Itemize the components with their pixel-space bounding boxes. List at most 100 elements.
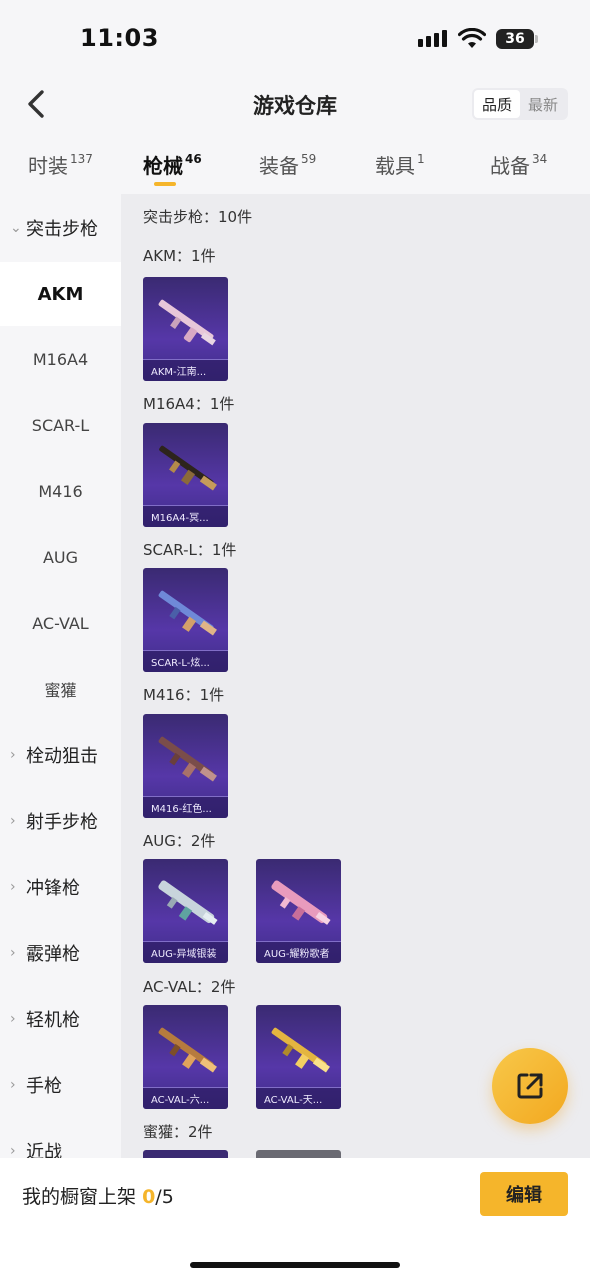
sidebar-group-label: 射手步枪 [26, 812, 98, 833]
rifle-icon [159, 445, 217, 491]
tab-equipment[interactable]: 装备 59 [259, 150, 316, 179]
sidebar-item-m416[interactable]: M416 [0, 459, 121, 523]
tab-label: 时装 [28, 154, 68, 178]
weapon-card-ac-val-2[interactable]: AC-VAL-天... [256, 1005, 341, 1109]
chevron-right-icon: › [10, 1143, 16, 1158]
sidebar-group-pistol[interactable]: › 手枪 [0, 1053, 121, 1117]
sidebar-group-marksman[interactable]: › 射手步枪 [0, 789, 121, 853]
weapon-sidebar: ⌄ 突击步枪 AKM M16A4 SCAR-L M416 AUG AC-VAL 蜜… [0, 194, 121, 1158]
weapon-card-m16a4[interactable]: M16A4-冥... [143, 423, 228, 527]
sidebar-group-smg[interactable]: › 冲锋枪 [0, 855, 121, 919]
status-time: 11:03 [80, 24, 159, 52]
tab-label: 战备 [490, 154, 530, 178]
rifle-icon [158, 880, 218, 925]
tab-label: 载具 [375, 154, 415, 178]
weapon-list: 突击步枪：10件 AKM：1件 AKM-江南... M16A4：1件 M16A4… [121, 194, 590, 1158]
tab-vehicles[interactable]: 载具 1 [375, 150, 425, 179]
sidebar-item-scar-l[interactable]: SCAR-L [0, 393, 121, 457]
sidebar-item-ac-val[interactable]: AC-VAL [0, 591, 121, 655]
shelf-total: /5 [155, 1186, 174, 1208]
section-title-scar-l: SCAR-L：1件 [143, 541, 237, 559]
sidebar-item-aug[interactable]: AUG [0, 525, 121, 589]
tab-fashion[interactable]: 时装 137 [28, 150, 93, 179]
status-bar: 11:03 36 [0, 0, 590, 78]
category-title: 突击步枪：10件 [143, 208, 253, 226]
weapon-card-caption: M16A4-冥... [143, 505, 228, 527]
chevron-right-icon: › [10, 747, 16, 763]
edit-button[interactable]: 编辑 [480, 1172, 568, 1216]
tab-count: 137 [70, 152, 93, 166]
section-title-honey-badger: 蜜獾：2件 [143, 1123, 213, 1141]
tab-count: 34 [532, 152, 548, 166]
section-title-m16a4: M16A4：1件 [143, 395, 235, 413]
chevron-right-icon: › [10, 1011, 16, 1027]
sidebar-item-akm[interactable]: AKM [0, 262, 121, 326]
tab-label: 装备 [259, 154, 299, 178]
sidebar-group-assault-rifles[interactable]: ⌄ 突击步枪 [0, 196, 121, 260]
chevron-down-icon: ⌄ [10, 220, 22, 236]
rifle-icon [158, 590, 217, 636]
weapon-card-caption: AKM-江南... [143, 359, 228, 381]
cellular-signal-icon [418, 30, 447, 47]
sidebar-group-label: 突击步枪 [26, 219, 98, 240]
weapon-card-caption: AC-VAL-天... [256, 1087, 341, 1109]
weapon-card-aug-2[interactable]: AUG-耀粉歌者 [256, 859, 341, 963]
battery-icon: 36 [496, 29, 534, 49]
weapon-card-caption: AUG-耀粉歌者 [256, 941, 341, 963]
rifle-icon [271, 1027, 330, 1073]
chevron-right-icon: › [10, 1077, 16, 1093]
shelf-count: 0 [142, 1186, 156, 1208]
sort-quality-button[interactable]: 品质 [474, 90, 520, 118]
battery-level: 36 [505, 31, 525, 47]
section-title-akm: AKM：1件 [143, 247, 216, 265]
sidebar-group-label: 栓动狙击 [26, 746, 98, 767]
sort-latest-button[interactable]: 最新 [520, 90, 566, 118]
share-fab-button[interactable] [492, 1048, 568, 1124]
weapon-card-m416[interactable]: M416-红色... [143, 714, 228, 818]
chevron-right-icon: › [10, 879, 16, 895]
weapon-card-honey-badger-1[interactable] [143, 1150, 228, 1158]
sidebar-group-lmg[interactable]: › 轻机枪 [0, 987, 121, 1051]
chevron-right-icon: › [10, 945, 16, 961]
weapon-card-caption: AUG-异域银装 [143, 941, 228, 963]
sidebar-item-honey-badger[interactable]: 蜜獾 [0, 657, 121, 721]
tab-count: 59 [301, 152, 317, 166]
wifi-icon [458, 28, 486, 48]
weapon-card-akm[interactable]: AKM-江南... [143, 277, 228, 381]
weapon-card-ac-val-1[interactable]: AC-VAL-六... [143, 1005, 228, 1109]
shelf-status: 我的橱窗上架 0/5 [22, 1182, 174, 1209]
sidebar-group-melee[interactable]: › 近战 [0, 1119, 121, 1158]
battery-tip [535, 35, 538, 43]
weapon-card-scar-l[interactable]: SCAR-L-炫... [143, 568, 228, 672]
weapon-card-caption: SCAR-L-炫... [143, 650, 228, 672]
chevron-right-icon: › [10, 813, 16, 829]
sidebar-group-label: 霰弹枪 [26, 944, 80, 965]
sidebar-group-label: 轻机枪 [26, 1010, 80, 1031]
weapon-card-honey-badger-2[interactable] [256, 1150, 341, 1158]
sidebar-group-label: 冲锋枪 [26, 878, 80, 899]
nav-header: 游戏仓库 品质 最新 [0, 78, 590, 130]
shelf-label: 我的橱窗上架 [22, 1186, 137, 1208]
rifle-icon [158, 299, 216, 346]
bottom-bar: 我的橱窗上架 0/5 编辑 [0, 1158, 590, 1280]
section-title-aug: AUG：2件 [143, 832, 216, 850]
weapon-card-aug-1[interactable]: AUG-异域银装 [143, 859, 228, 963]
rifle-icon [158, 1027, 217, 1073]
tab-supplies[interactable]: 战备 34 [490, 150, 547, 179]
category-tabs: 时装 137 枪械 46 装备 59 载具 1 战备 34 [0, 140, 590, 194]
rifle-icon [158, 736, 217, 782]
weapon-card-caption: AC-VAL-六... [143, 1087, 228, 1109]
active-tab-indicator [154, 182, 176, 186]
tab-label: 枪械 [143, 154, 183, 178]
sidebar-group-bolt-sniper[interactable]: › 栓动狙击 [0, 723, 121, 787]
sort-toggle: 品质 最新 [472, 88, 568, 120]
home-indicator[interactable] [190, 1262, 400, 1268]
rifle-icon [271, 880, 331, 925]
sidebar-group-shotgun[interactable]: › 霰弹枪 [0, 921, 121, 985]
weapon-card-caption: M416-红色... [143, 796, 228, 818]
tab-guns[interactable]: 枪械 46 [143, 150, 202, 179]
sidebar-group-label: 近战 [26, 1142, 62, 1158]
sidebar-item-m16a4[interactable]: M16A4 [0, 327, 121, 391]
section-title-ac-val: AC-VAL：2件 [143, 978, 236, 996]
tab-count: 1 [417, 152, 425, 166]
